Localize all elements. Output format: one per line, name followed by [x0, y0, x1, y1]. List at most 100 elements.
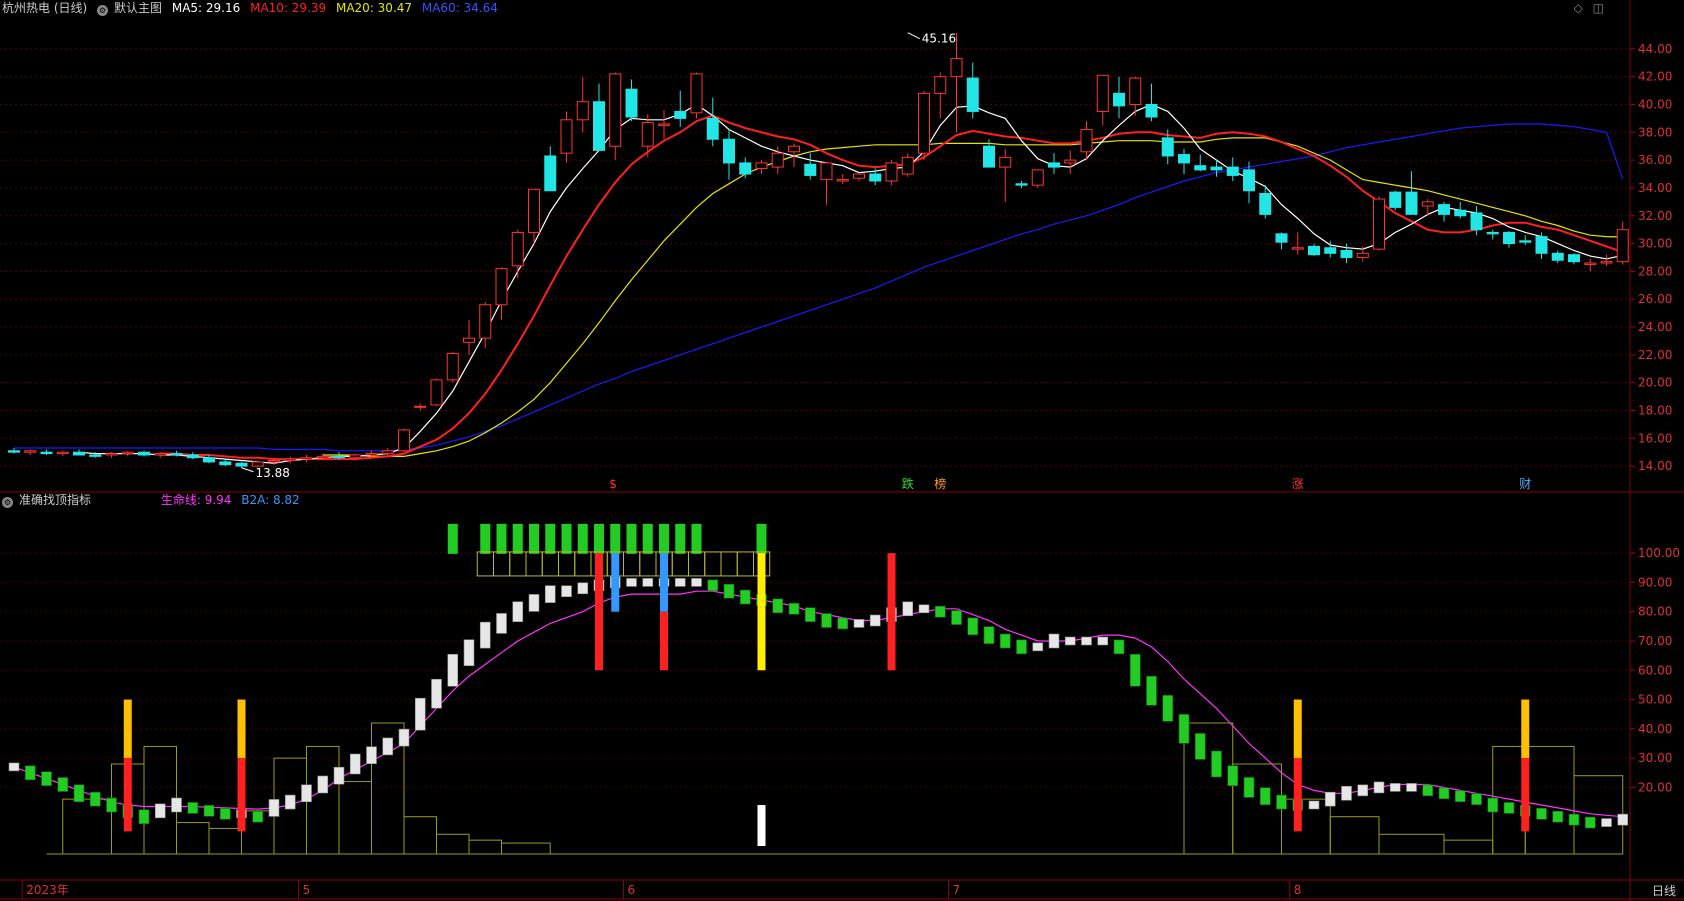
candle[interactable] [820, 162, 833, 205]
indicator-tick-label: 30.00 [1638, 751, 1672, 765]
trend-bar [934, 605, 946, 618]
candle-body [901, 156, 914, 175]
candle[interactable] [1096, 74, 1109, 126]
candle[interactable] [121, 450, 134, 457]
candle[interactable] [333, 452, 345, 460]
candle[interactable] [446, 352, 459, 383]
candle[interactable] [1454, 201, 1467, 219]
candle[interactable] [186, 452, 199, 460]
candle[interactable] [836, 174, 849, 184]
candle[interactable] [138, 450, 150, 457]
candle[interactable] [56, 450, 69, 457]
candle[interactable] [1308, 243, 1320, 257]
candle[interactable] [1194, 154, 1207, 172]
candle[interactable] [430, 378, 443, 407]
candle[interactable] [1438, 201, 1450, 222]
candle-body [268, 460, 280, 463]
candle[interactable] [463, 320, 475, 355]
candle[interactable] [544, 146, 557, 192]
candle[interactable] [235, 461, 248, 468]
period-label[interactable]: 日线 [1652, 882, 1676, 899]
top-zone-box [476, 551, 494, 577]
indicator-name[interactable]: 准确找顶指标 [19, 493, 91, 507]
candle[interactable] [966, 62, 979, 119]
candle[interactable] [576, 76, 589, 133]
candle[interactable] [495, 267, 508, 321]
trend-bar [1438, 787, 1450, 800]
candle[interactable] [804, 153, 817, 180]
candle[interactable] [658, 110, 670, 140]
candle[interactable] [999, 148, 1012, 202]
candle[interactable] [1031, 169, 1044, 188]
candle[interactable] [1048, 153, 1060, 175]
event-markers[interactable]: $ 跌 榜 涨 财 [609, 476, 1531, 491]
volume-outline-bar [62, 798, 112, 855]
candle[interactable] [853, 173, 865, 181]
layout-toggle-icon[interactable]: ◫ [1593, 1, 1604, 15]
trend-bar [1097, 636, 1109, 646]
candle-body [1340, 250, 1353, 258]
candle[interactable] [1113, 76, 1125, 119]
signal-block [447, 523, 458, 554]
candle[interactable] [1568, 253, 1580, 265]
candle[interactable] [1178, 148, 1190, 175]
candle[interactable] [284, 456, 297, 464]
candle[interactable] [8, 448, 20, 454]
candle-body [690, 73, 703, 114]
indicator-settings-gear-icon[interactable]: ⚙ [2, 497, 13, 508]
candle[interactable] [1015, 180, 1028, 188]
candlestick-series[interactable] [8, 32, 1629, 468]
candle[interactable] [723, 129, 735, 180]
candle[interactable] [24, 449, 37, 455]
candle[interactable] [1535, 232, 1548, 259]
candle[interactable] [1486, 229, 1499, 240]
candle[interactable] [300, 454, 313, 462]
candle[interactable] [1616, 221, 1629, 265]
settings-gear-icon[interactable]: ⚙ [97, 5, 109, 16]
stock-chart[interactable]: 45.16 13.88 $ 跌 榜 涨 财 44.00 42.00 40.00 38.00 36.… [0, 0, 1684, 901]
annotation-pointer [241, 467, 254, 473]
candle[interactable] [1064, 150, 1077, 175]
candle[interactable] [1275, 232, 1288, 250]
candle[interactable] [625, 79, 638, 122]
diamond-icon[interactable]: ◇ [1574, 1, 1583, 15]
candle[interactable] [1226, 157, 1239, 181]
event-marker[interactable]: 跌 [902, 476, 914, 491]
candle[interactable] [901, 153, 914, 177]
candle[interactable] [1551, 250, 1564, 264]
ma5-path [78, 103, 1623, 464]
candle[interactable] [1389, 190, 1402, 211]
candle[interactable] [674, 90, 687, 127]
candle[interactable] [1584, 258, 1597, 272]
event-marker[interactable]: 榜 [934, 476, 946, 491]
candle[interactable] [690, 72, 703, 119]
event-marker[interactable]: $ [609, 477, 617, 491]
trend-bar [967, 617, 979, 636]
candle[interactable] [885, 160, 898, 186]
candle[interactable] [219, 459, 232, 467]
candle[interactable] [398, 428, 410, 453]
candle[interactable] [1145, 83, 1158, 122]
candle[interactable] [1373, 196, 1385, 251]
candle[interactable] [1503, 231, 1515, 248]
candle[interactable] [593, 83, 605, 151]
trend-bar [431, 678, 442, 709]
event-marker[interactable]: 财 [1519, 477, 1531, 491]
window-controls[interactable]: ◇ ◫ [1568, 1, 1604, 15]
candle-body [1389, 191, 1402, 208]
main-chart-label[interactable]: 默认主图 [114, 1, 162, 15]
candle[interactable] [560, 111, 573, 163]
candle[interactable] [609, 72, 622, 161]
candle[interactable] [40, 449, 53, 455]
candle[interactable] [414, 403, 427, 411]
candle[interactable] [950, 32, 963, 133]
candle[interactable] [479, 301, 492, 348]
candle[interactable] [73, 449, 85, 456]
candle[interactable] [918, 90, 930, 161]
candle[interactable] [755, 160, 768, 175]
candle[interactable] [1405, 171, 1418, 215]
candle[interactable] [1600, 254, 1613, 266]
event-marker[interactable]: 涨 [1292, 476, 1304, 491]
candle[interactable] [934, 72, 947, 119]
candle[interactable] [641, 114, 654, 158]
